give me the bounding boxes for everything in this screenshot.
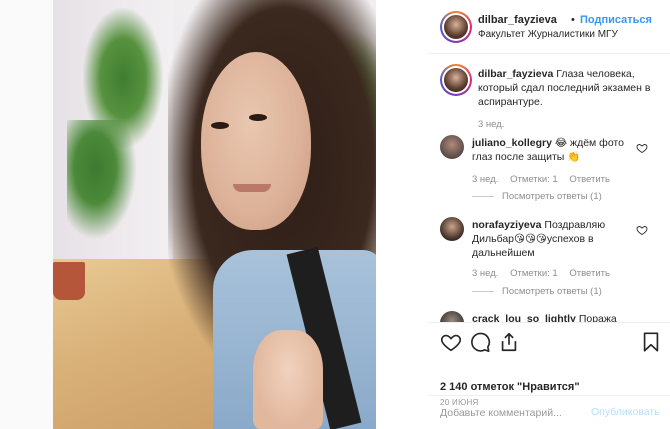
- replies-divider-line: [472, 195, 494, 197]
- replies-divider-line: [472, 290, 494, 292]
- photo-mouth: [233, 184, 271, 192]
- caption-avatar[interactable]: [440, 64, 472, 96]
- comment-likes-count[interactable]: Отметки: 1: [510, 268, 558, 279]
- post-side-panel: dilbar_fayzieva • Подписаться Факультет …: [428, 0, 670, 429]
- photo-eye-left: [211, 122, 229, 129]
- caption-text-block: dilbar_fayzieva Глаза человека, который …: [478, 67, 658, 109]
- author-avatar[interactable]: [440, 11, 472, 43]
- commenter-avatar[interactable]: [440, 217, 464, 241]
- photo-eye-right: [249, 114, 267, 121]
- photo-plant-left: [67, 120, 137, 240]
- comment-icon[interactable]: [469, 331, 491, 353]
- comment-text-block: juliano_kollegry 😂 ждём фото глаз после …: [472, 136, 632, 164]
- comment-username[interactable]: juliano_kollegry: [472, 137, 552, 149]
- comment-age[interactable]: 3 нед.: [472, 268, 498, 279]
- caption-meta: 3 нед.: [478, 119, 513, 130]
- follow-button[interactable]: Подписаться: [580, 14, 652, 26]
- likes-count[interactable]: 2 140 отметок "Нравится": [440, 381, 580, 393]
- bookmark-icon[interactable]: [640, 331, 662, 353]
- comment-reply-button[interactable]: Ответить: [569, 174, 610, 185]
- comment-text: Поража: [578, 313, 617, 322]
- photo-face: [201, 52, 311, 230]
- comment-username[interactable]: norafayziyeva: [472, 219, 541, 231]
- post-header: dilbar_fayzieva • Подписаться Факультет …: [428, 0, 670, 54]
- commenter-avatar[interactable]: [440, 311, 464, 322]
- heart-icon[interactable]: [440, 331, 462, 353]
- view-replies-button[interactable]: Посмотреть ответы (1): [472, 191, 602, 202]
- comments-list[interactable]: dilbar_fayzieva Глаза человека, который …: [428, 54, 670, 322]
- author-location[interactable]: Факультет Журналистики МГУ: [478, 29, 618, 40]
- view-replies-button[interactable]: Посмотреть ответы (1): [472, 286, 602, 297]
- photo-hand: [253, 330, 323, 429]
- publish-button[interactable]: Опубликовать: [591, 406, 660, 418]
- comment-meta: 3 нед. Отметки: 1 Ответить: [472, 174, 619, 185]
- separator-dot: •: [571, 14, 575, 26]
- commenter-avatar[interactable]: [440, 135, 464, 159]
- view-replies-label: Посмотреть ответы (1): [502, 286, 602, 297]
- comment-reply-button[interactable]: Ответить: [569, 268, 610, 279]
- photo-plant-pot: [53, 262, 85, 300]
- comment-likes-count[interactable]: Отметки: 1: [510, 174, 558, 185]
- comment-like-heart-icon[interactable]: [636, 142, 648, 154]
- author-username[interactable]: dilbar_fayzieva: [478, 14, 557, 26]
- add-comment-bar: Опубликовать: [428, 395, 670, 429]
- view-replies-label: Посмотреть ответы (1): [502, 191, 602, 202]
- post-photo[interactable]: [53, 0, 376, 429]
- comment-username[interactable]: crack_lou_so_lightly: [472, 313, 576, 322]
- comment-text-block: crack_lou_so_lightly Поража: [472, 312, 642, 322]
- comment-age[interactable]: 3 нед.: [472, 174, 498, 185]
- share-icon[interactable]: [498, 331, 520, 353]
- comment-meta: 3 нед. Отметки: 1 Ответить: [472, 268, 619, 279]
- comment-input[interactable]: [440, 405, 585, 421]
- caption-age[interactable]: 3 нед.: [478, 119, 504, 130]
- comment-text-block: norafayziyeva Поздравляю Дильбар😘😘😘успех…: [472, 218, 632, 260]
- comment-like-heart-icon[interactable]: [636, 224, 648, 236]
- caption-username[interactable]: dilbar_fayzieva: [478, 68, 553, 80]
